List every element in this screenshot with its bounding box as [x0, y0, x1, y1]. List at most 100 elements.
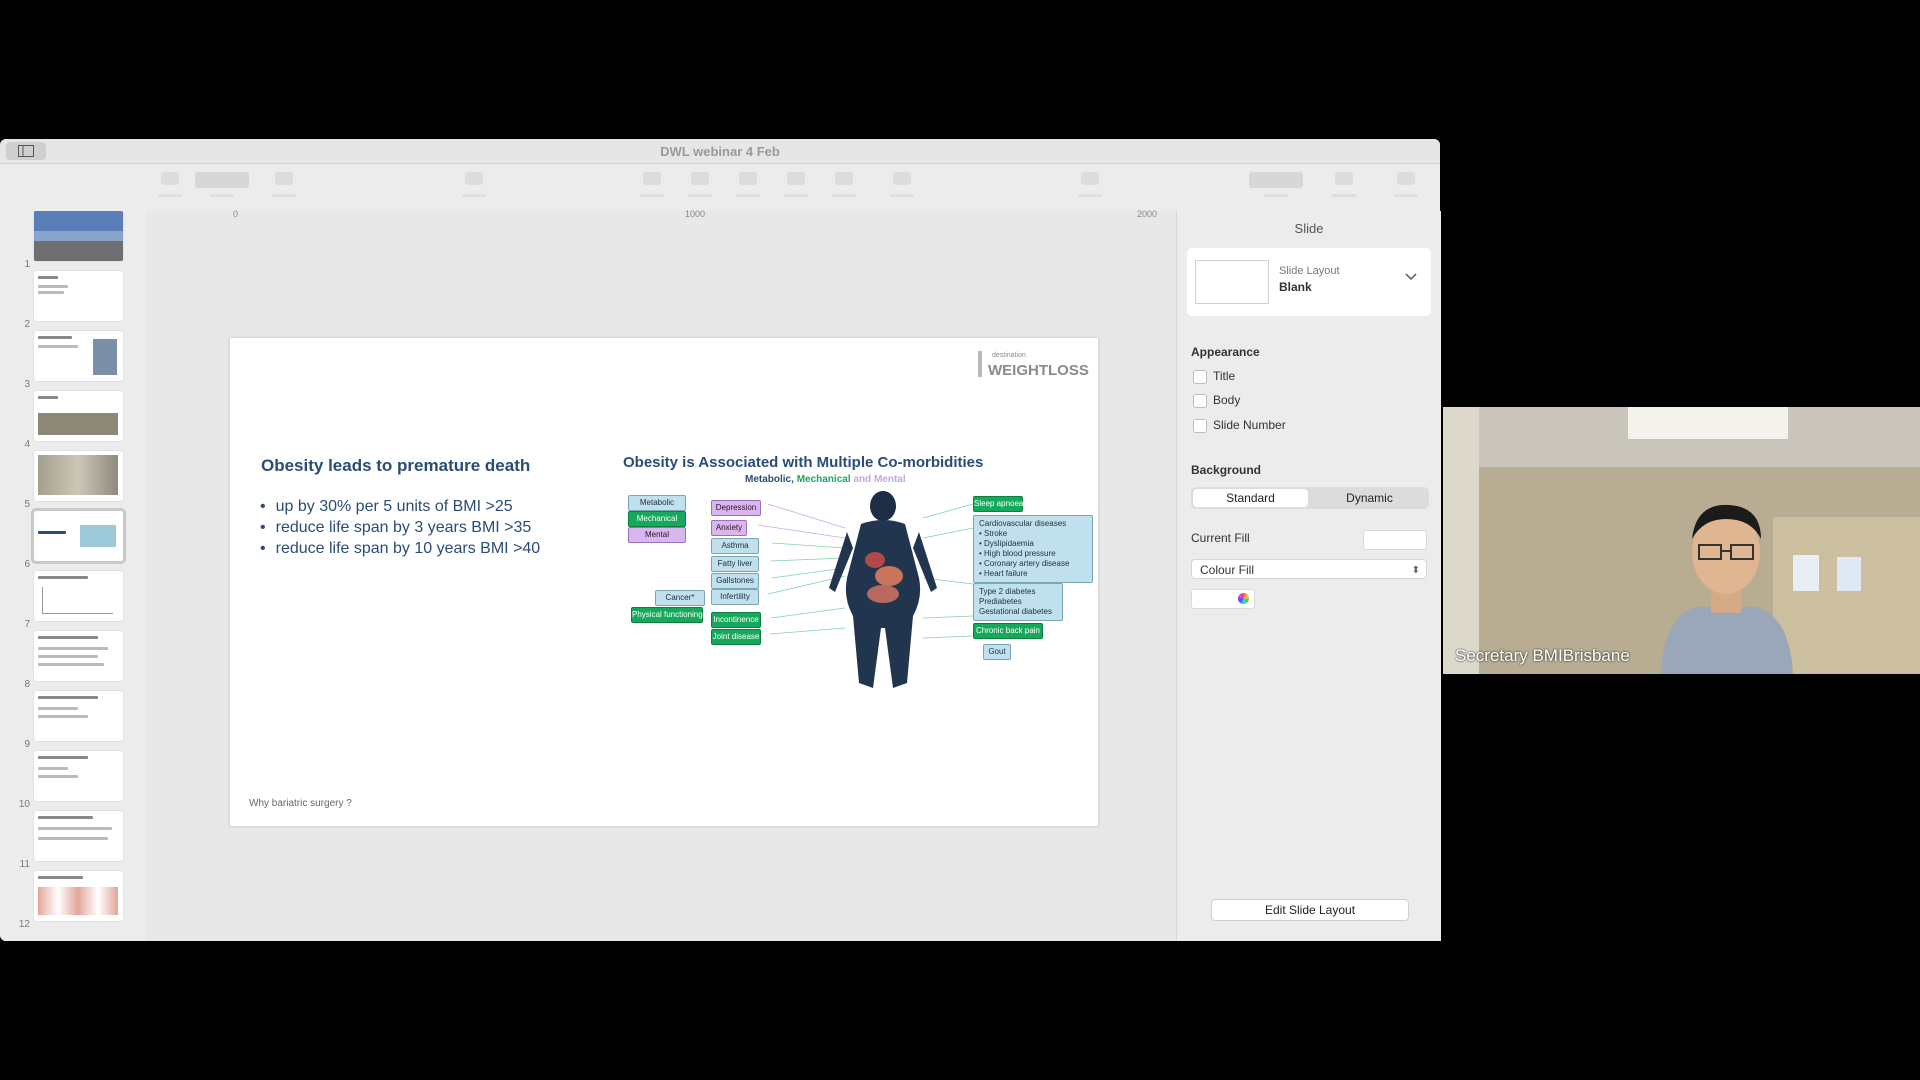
- slide-number-5: 5: [24, 499, 30, 510]
- slide-thumbnail-7[interactable]: [34, 571, 123, 621]
- slide-thumbnail-10[interactable]: [34, 751, 123, 801]
- participant-video: Secretary BMIBrisbane: [1443, 407, 1920, 674]
- slide-number-12: 12: [18, 919, 30, 930]
- slide-number-3: 3: [24, 379, 30, 390]
- mental-box: Mental: [628, 527, 686, 543]
- layout-thumbnail: [1195, 260, 1269, 304]
- gallstones-box: Gallstones: [711, 573, 759, 589]
- right-slide-title: Obesity is Associated with Multiple Co-m…: [623, 454, 984, 471]
- format-icon[interactable]: [1249, 164, 1303, 210]
- updown-arrows-icon: ⬍: [1411, 565, 1420, 576]
- toolbar: [0, 164, 1440, 210]
- left-slide-title: Obesity leads to premature death: [261, 456, 531, 475]
- slide-navigator: 1 2 3 4 5 6 7 8 9 10 11 12: [0, 211, 140, 941]
- appearance-heading: Appearance: [1191, 345, 1260, 359]
- slide-thumbnail-11[interactable]: [34, 811, 123, 861]
- edit-slide-layout-button[interactable]: Edit Slide Layout: [1211, 899, 1409, 921]
- gout-box: Gout: [983, 644, 1011, 660]
- media-icon[interactable]: [822, 164, 866, 210]
- slide-number-9: 9: [24, 739, 30, 750]
- current-slide[interactable]: destination WEIGHTLOSS Obesity leads to …: [230, 338, 1098, 826]
- inspector-tab-slide[interactable]: Slide: [1177, 221, 1441, 236]
- bullet-item: up by 30% per 5 units of BMI >25: [260, 496, 540, 517]
- subtitle-mental: and Mental: [850, 474, 906, 485]
- slide-thumbnail-9[interactable]: [34, 691, 123, 741]
- shape-icon[interactable]: [774, 164, 818, 210]
- comorbidity-diagram: Metabolic Mechanical Mental Depression A…: [623, 488, 1093, 698]
- sleep-apnoea-box: Sleep apnoea: [973, 496, 1023, 512]
- ruler-mark-2000: 2000: [1137, 209, 1158, 219]
- background-segmented-control: Standard Dynamic: [1191, 487, 1429, 509]
- body-checkbox[interactable]: [1193, 394, 1207, 408]
- subtitle-metabolic: Metabolic,: [745, 474, 797, 485]
- view-icon[interactable]: [148, 164, 192, 210]
- fatty-liver-box: Fatty liver: [711, 556, 759, 572]
- slide-thumbnail-2[interactable]: [34, 271, 123, 321]
- slide-number-1: 1: [24, 259, 30, 270]
- infertility-box: Infertility: [711, 589, 759, 605]
- slide-layout-selector[interactable]: Slide Layout Blank: [1187, 248, 1431, 316]
- layout-value: Blank: [1279, 280, 1312, 294]
- slide-thumbnail-5[interactable]: [34, 451, 123, 501]
- physical-functioning-box: Physical functioning: [631, 607, 703, 623]
- chart-icon[interactable]: [678, 164, 722, 210]
- weightloss-logo: destination WEIGHTLOSS: [974, 348, 1089, 382]
- comment-icon[interactable]: [880, 164, 924, 210]
- inspector-panel: Slide Slide Layout Blank Appearance Titl…: [1176, 211, 1441, 941]
- slide-number-2: 2: [24, 319, 30, 330]
- document-title: DWL webinar 4 Feb: [660, 144, 780, 159]
- cancer-box: Cancer*: [655, 590, 705, 606]
- human-figure: [829, 491, 937, 688]
- slide-thumbnail-1[interactable]: [34, 211, 123, 261]
- participant-figure: [1661, 504, 1793, 674]
- slide-thumbnail-12[interactable]: [34, 871, 123, 921]
- asthma-box: Asthma: [711, 538, 759, 554]
- title-checkbox[interactable]: [1193, 370, 1207, 384]
- dynamic-button[interactable]: Dynamic: [1312, 489, 1427, 507]
- slide-number-10: 10: [18, 799, 30, 810]
- slide-thumbnail-8[interactable]: [34, 631, 123, 681]
- subtitle-mechanical: Mechanical: [796, 474, 851, 485]
- joint-disease-box: Joint disease: [711, 629, 761, 645]
- current-fill-label: Current Fill: [1191, 531, 1250, 545]
- logo-small-text: destination: [992, 352, 1026, 359]
- slide-number-checkbox-label: Slide Number: [1213, 418, 1286, 432]
- incontinence-box: Incontinence: [711, 612, 761, 628]
- zoom-icon[interactable]: [195, 164, 249, 210]
- anxiety-box: Anxiety: [711, 520, 747, 536]
- animate-icon[interactable]: [1322, 164, 1366, 210]
- slide-thumbnail-6[interactable]: [31, 508, 126, 564]
- play-icon[interactable]: [452, 164, 496, 210]
- slide-thumbnail-4[interactable]: [34, 391, 123, 441]
- share-icon[interactable]: [1068, 164, 1112, 210]
- layout-caption: Slide Layout: [1279, 265, 1340, 277]
- standard-button[interactable]: Standard: [1193, 489, 1308, 507]
- cardiovascular-box: Cardiovascular diseases • Stroke • Dysli…: [973, 515, 1093, 583]
- metabolic-box: Metabolic: [628, 495, 686, 511]
- fill-type-select[interactable]: Colour Fill ⬍: [1191, 559, 1427, 579]
- background-heading: Background: [1191, 463, 1262, 477]
- current-fill-swatch[interactable]: [1363, 530, 1427, 550]
- color-well[interactable]: [1191, 589, 1255, 609]
- slide-number-4: 4: [24, 439, 30, 450]
- slide-number-11: 11: [19, 859, 30, 870]
- document-icon[interactable]: [1384, 164, 1428, 210]
- add-slide-icon[interactable]: [262, 164, 306, 210]
- subtitle: Metabolic, Mechanical and Mental: [745, 474, 906, 485]
- ruler-mark-1000: 1000: [685, 209, 706, 219]
- color-wheel-icon[interactable]: [1238, 593, 1249, 604]
- slide-number-checkbox[interactable]: [1193, 419, 1207, 433]
- slide-number-6: 6: [24, 559, 30, 570]
- table-icon[interactable]: [630, 164, 674, 210]
- bullet-item: reduce life span by 10 years BMI >40: [260, 538, 541, 559]
- slide-number-7: 7: [24, 619, 30, 630]
- bullet-item: reduce life span by 3 years BMI >35: [260, 517, 540, 538]
- bullet-list: up by 30% per 5 units of BMI >25 reduce …: [260, 496, 541, 559]
- slide-thumbnail-3[interactable]: [34, 331, 123, 381]
- logo-text: WEIGHTLOSS: [988, 362, 1089, 379]
- title-bar: DWL webinar 4 Feb: [0, 139, 1440, 164]
- slide-footer: Why bariatric surgery ?: [249, 798, 352, 809]
- mechanical-box: Mechanical: [628, 511, 686, 527]
- body-checkbox-label: Body: [1213, 393, 1241, 407]
- text-icon[interactable]: [726, 164, 770, 210]
